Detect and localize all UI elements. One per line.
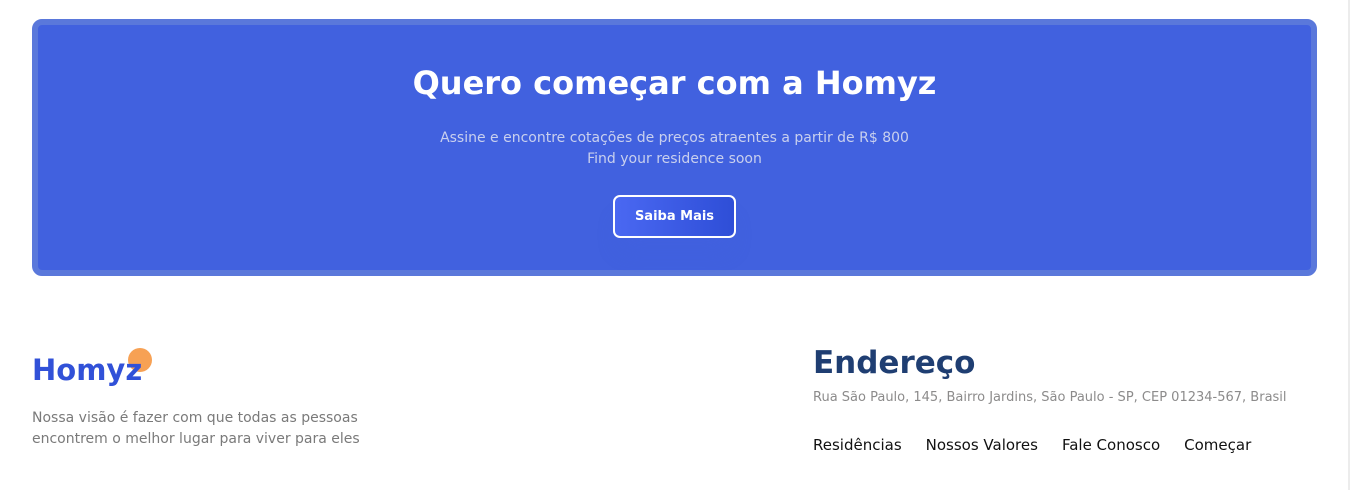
logo-text: Homyz <box>32 353 143 387</box>
banner-subtitle-line2: Find your residence soon <box>587 151 762 167</box>
homyz-logo[interactable]: Homyz <box>32 346 162 392</box>
footer-link-comecar[interactable]: Começar <box>1184 434 1251 456</box>
footer-nav: Residências Nossos Valores Fale Conosco … <box>813 434 1251 456</box>
address-text: Rua São Paulo, 145, Bairro Jardins, São … <box>813 390 1287 405</box>
address-heading: Endereço <box>813 345 976 381</box>
saiba-mais-button[interactable]: Saiba Mais <box>613 195 736 238</box>
get-started-banner: Quero começar com a Homyz Assine e encon… <box>32 19 1317 276</box>
footer-link-fale-conosco[interactable]: Fale Conosco <box>1062 434 1160 456</box>
banner-subtitle-line1: Assine e encontre cotações de preços atr… <box>440 130 909 146</box>
page: Quero começar com a Homyz Assine e encon… <box>0 0 1350 490</box>
footer-link-nossos-valores[interactable]: Nossos Valores <box>926 434 1038 456</box>
footer-link-residencias[interactable]: Residências <box>813 434 902 456</box>
banner-title: Quero começar com a Homyz <box>412 64 937 102</box>
vision-text: Nossa visão é fazer com que todas as pes… <box>32 410 360 447</box>
